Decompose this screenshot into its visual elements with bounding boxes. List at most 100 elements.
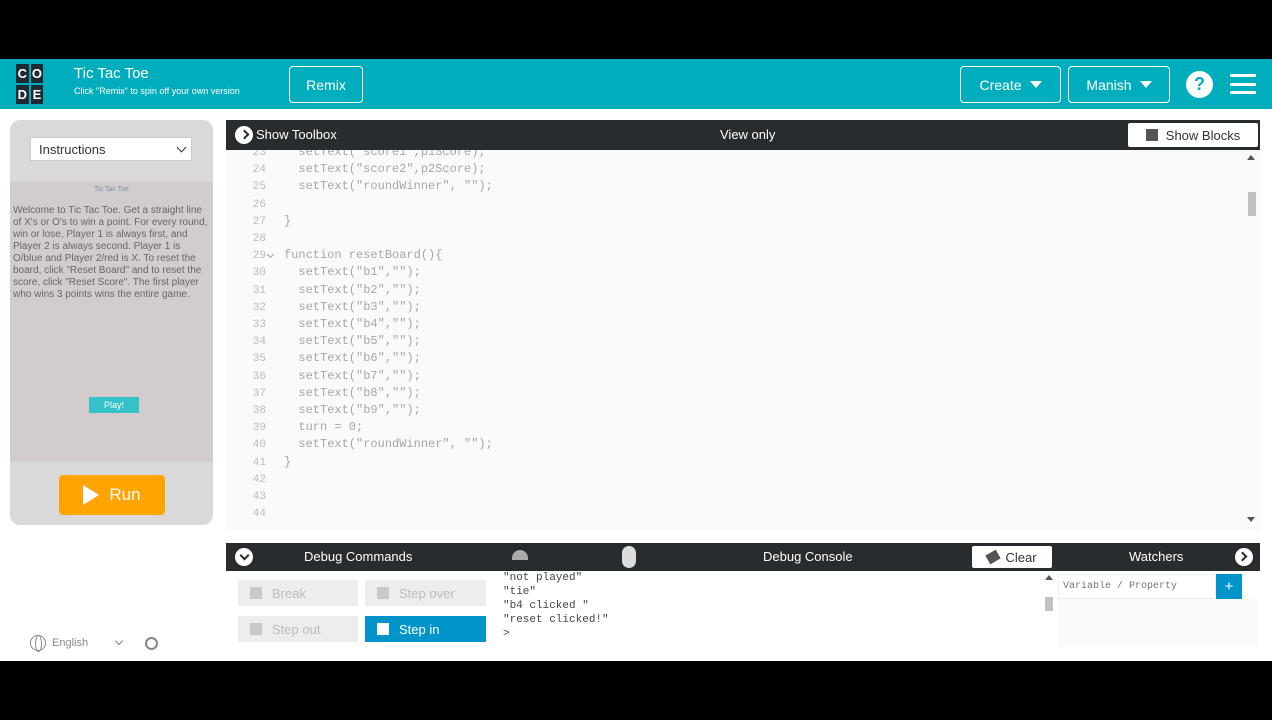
app-instructions-text: Welcome to Tic Tac Toe. Get a straight l… — [13, 205, 208, 300]
chevron-right-icon[interactable] — [1235, 548, 1253, 566]
line-number: 24 — [252, 164, 266, 177]
pause-icon — [250, 587, 262, 599]
step-over-icon — [377, 587, 389, 599]
help-icon[interactable]: ? — [1186, 71, 1213, 98]
globe-icon — [30, 635, 46, 652]
chevron-down-icon — [1029, 81, 1042, 88]
console-line: "b4 clicked " — [503, 600, 589, 612]
create-label: Create — [979, 76, 1022, 93]
step-over-button[interactable]: Step over — [365, 580, 486, 606]
code-text: function resetBoard(){ — [284, 248, 443, 263]
chevron-down-icon — [114, 636, 124, 646]
step-in-button[interactable]: Step in — [365, 616, 486, 642]
scroll-up-icon[interactable] — [1247, 155, 1255, 160]
play-button[interactable]: Play! — [89, 397, 139, 413]
remix-button[interactable]: Remix — [289, 66, 363, 103]
code-line: 40 setText("roundWinner", ""); — [226, 437, 493, 454]
code-line: 43 — [226, 489, 266, 506]
watchers-label: Watchers — [1129, 549, 1184, 564]
app-heading: Tic Tac Toe — [94, 186, 129, 193]
code-line: 38 setText("b9",""); — [226, 403, 421, 420]
code-line: 33 setText("b4",""); — [226, 317, 421, 334]
blocks-icon — [1145, 129, 1158, 141]
console-line: "tie" — [503, 586, 537, 598]
step-out-button[interactable]: Step out — [238, 616, 358, 642]
code-line: 26 — [226, 197, 266, 214]
code-text: } — [284, 213, 292, 228]
add-watch-button[interactable]: + — [1216, 574, 1242, 599]
watch-variable-input[interactable] — [1058, 574, 1216, 599]
code-text: setText("b6",""); — [284, 351, 421, 366]
scroll-up-icon[interactable] — [1045, 575, 1053, 580]
step-in-icon — [377, 623, 389, 635]
break-button[interactable]: Break — [238, 580, 358, 606]
clear-console-button[interactable]: Clear — [972, 546, 1052, 568]
chevron-right-icon[interactable] — [235, 126, 253, 144]
code-line: 23 setText("score1",p1Score); — [226, 150, 486, 162]
logo-letter: O — [30, 64, 44, 83]
console-line: "reset clicked!" — [503, 614, 609, 626]
debug-console-output[interactable]: "not played" "tie" "b4 clicked " "reset … — [503, 571, 1049, 651]
instructions-select-value: Instructions — [39, 142, 106, 157]
line-number: 32 — [252, 301, 266, 314]
line-number: 43 — [252, 491, 266, 503]
app-lab-window: C O D E Tic Tac Toe Click "Remix" to spi… — [0, 59, 1272, 661]
code-editor[interactable]: 23 setText("score1",p1Score); 24 setText(… — [226, 150, 1260, 530]
code-text: setText("b2",""); — [284, 282, 421, 297]
logo-spacer — [45, 85, 58, 104]
scroll-thumb[interactable] — [1248, 192, 1256, 216]
debug-header: Debug Commands Debug Console Clear Watch… — [226, 543, 1260, 571]
line-number: 37 — [252, 387, 266, 400]
console-line: "not played" — [503, 572, 583, 584]
debug-commands-label: Debug Commands — [304, 549, 413, 564]
app-screen: Tic Tac Toe Welcome to Tic Tac Toe. Get … — [10, 182, 213, 462]
settings-icon[interactable] — [145, 637, 158, 650]
logo-letter: C — [16, 64, 29, 83]
code-line: 31 setText("b2",""); — [226, 283, 421, 300]
watchers-list — [1058, 599, 1258, 647]
console-scrollbar[interactable] — [1044, 575, 1054, 625]
code-text: setText("b1",""); — [284, 265, 421, 280]
code-line: 34 setText("b5",""); — [226, 334, 421, 351]
code-scrollbar[interactable] — [1246, 150, 1256, 530]
chevron-down-icon[interactable] — [235, 548, 253, 566]
instructions-dropdown[interactable]: Instructions — [30, 137, 192, 161]
create-button[interactable]: Create — [960, 66, 1061, 103]
scroll-thumb[interactable] — [1045, 597, 1053, 611]
step-in-label: Step in — [399, 621, 440, 637]
code-line: 44 — [226, 506, 266, 523]
code-line: 39 turn = 0; — [226, 420, 363, 437]
code-org-logo[interactable]: C O D E — [16, 64, 58, 104]
project-title: Tic Tac Toe — [74, 65, 149, 82]
run-button[interactable]: Run — [59, 475, 165, 515]
debug-console-label: Debug Console — [763, 549, 853, 564]
code-line: 29 function resetBoard(){ — [226, 248, 443, 265]
console-prompt: > — [503, 628, 510, 640]
show-toolbox-button[interactable]: Show Toolbox — [256, 127, 337, 142]
code-line: 32 setText("b3",""); — [226, 300, 421, 317]
code-text: setText("b7",""); — [284, 368, 421, 383]
user-menu-button[interactable]: Manish — [1068, 66, 1170, 103]
language-selector[interactable]: English — [30, 635, 124, 652]
hamburger-menu-icon[interactable] — [1230, 74, 1256, 94]
code-text: setText("score1",p1Score); — [284, 150, 486, 159]
scroll-down-icon[interactable] — [1247, 517, 1255, 522]
view-only-label: View only — [720, 127, 776, 142]
code-line: 25 setText("roundWinner", ""); — [226, 179, 493, 196]
app-preview-panel: Instructions Tic Tac Toe Welcome to Tic … — [10, 120, 213, 525]
editor-toolbar: Show Toolbox View only Show Blocks — [226, 120, 1260, 150]
line-number: 42 — [252, 473, 266, 486]
language-label: English — [52, 637, 89, 649]
resize-handle-icon[interactable] — [512, 550, 528, 560]
remix-label: Remix — [306, 76, 346, 93]
code-line: 28 — [226, 231, 266, 248]
line-number: 28 — [252, 233, 266, 245]
fold-arrow-icon[interactable] — [266, 251, 275, 259]
code-text: setText("b4",""); — [284, 317, 421, 331]
code-text: setText("roundWinner", ""); — [284, 179, 493, 194]
project-subtitle: Click "Remix" to spin off your own versi… — [74, 86, 240, 96]
show-blocks-button[interactable]: Show Blocks — [1128, 123, 1258, 147]
show-blocks-label: Show Blocks — [1165, 127, 1241, 143]
line-number: 36 — [252, 370, 266, 383]
line-number: 34 — [252, 336, 266, 349]
